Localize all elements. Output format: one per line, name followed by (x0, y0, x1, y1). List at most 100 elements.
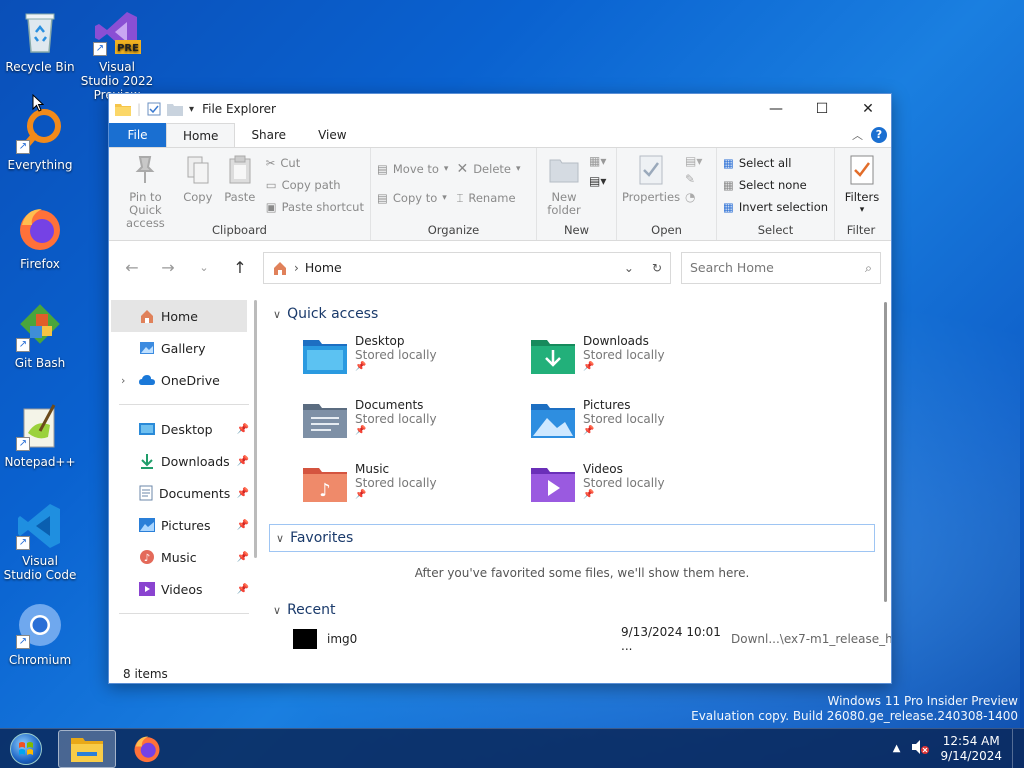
nav-item-music[interactable]: ♪ Music 📌 (109, 541, 259, 573)
nav-item-pictures[interactable]: Pictures 📌 (109, 509, 259, 541)
nav-item-gallery[interactable]: Gallery (109, 332, 259, 364)
cut-button[interactable]: ✂ Cut (266, 152, 364, 174)
recent-file-row[interactable]: img0 9/13/2024 10:01 ... Downl...\ex7-m1… (293, 624, 891, 654)
tab-home[interactable]: Home (166, 123, 236, 147)
nav-scrollbar[interactable] (254, 300, 257, 558)
section-recent[interactable]: ∨ Recent (273, 596, 891, 624)
paste-shortcut-button[interactable]: ▣ Paste shortcut (266, 196, 364, 218)
maximize-button[interactable]: ☐ (799, 94, 845, 124)
pin-to-quick-access-button[interactable]: Pin to Quick access (115, 152, 176, 230)
move-to-button[interactable]: ▤ Move to ▾ (377, 158, 448, 180)
back-button[interactable]: ← (119, 258, 145, 277)
tab-view[interactable]: View (302, 123, 362, 147)
desktop-icon-recycle-bin[interactable]: Recycle Bin (2, 8, 78, 74)
select-all-button[interactable]: ▦ Select all (723, 152, 828, 174)
shortcut-arrow-icon: ↗ (16, 140, 30, 154)
quick-access-item-downloads[interactable]: Downloads Stored locally 📌 (531, 334, 759, 390)
breadcrumb-home[interactable]: Home (305, 260, 342, 275)
collapse-ribbon-icon[interactable]: ︿ (852, 127, 863, 143)
up-button[interactable]: ↑ (227, 258, 253, 277)
copy-to-button[interactable]: ▤ Copy to ▾ (377, 187, 448, 209)
section-quick-access[interactable]: ∨ Quick access (273, 300, 891, 328)
nav-item-videos[interactable]: Videos 📌 (109, 573, 259, 605)
pin-icon[interactable]: 📌 (237, 456, 249, 467)
tab-share[interactable]: Share (235, 123, 302, 147)
copy-path-button[interactable]: ▭ Copy path (266, 174, 364, 196)
new-folder-button[interactable]: New folder (543, 152, 585, 217)
paste-shortcut-icon: ▣ (265, 200, 277, 214)
search-box[interactable]: Search Home ⌕ (681, 251, 881, 284)
title-bar: | ▾ File Explorer — ☐ ✕ (109, 94, 891, 124)
desktop-icon-chromium[interactable]: ↗ Chromium (2, 601, 78, 667)
delete-button[interactable]: ✕ Delete ▾ (456, 158, 520, 180)
content-scrollbar[interactable] (884, 302, 887, 602)
rename-button[interactable]: ⌶ Rename (456, 187, 520, 209)
quick-access-item-desktop[interactable]: Desktop Stored locally 📌 (303, 334, 531, 390)
section-favorites[interactable]: ∨ Favorites (269, 524, 875, 552)
nav-item-desktop[interactable]: Desktop 📌 (109, 413, 259, 445)
help-icon[interactable]: ? (871, 127, 887, 143)
new-folder-icon[interactable] (167, 102, 184, 116)
content-pane: ∨ Quick access Desktop Stored locally 📌 Do… (259, 294, 891, 665)
properties-icon[interactable] (147, 102, 161, 116)
clock[interactable]: 12:54 AM 9/14/2024 (940, 734, 1002, 764)
desktop-icon-label: Visual Studio Code (3, 554, 77, 582)
select-none-button[interactable]: ▦ Select none (723, 174, 828, 196)
desktop-icon-vscode[interactable]: ↗ Visual Studio Code (2, 502, 78, 582)
pin-icon[interactable]: 📌 (237, 552, 249, 563)
quick-access-item-documents[interactable]: Documents Stored locally 📌 (303, 398, 531, 454)
address-bar[interactable]: › Home ⌄ ↻ (263, 251, 671, 284)
nav-item-onedrive[interactable]: › OneDrive (109, 364, 259, 396)
invert-selection-button[interactable]: ▦ Invert selection (723, 196, 828, 218)
desktop-icon-firefox[interactable]: Firefox (2, 205, 78, 271)
quick-access-item-videos[interactable]: Videos Stored locally 📌 (531, 462, 759, 518)
collapse-chevron-icon: ∨ (276, 531, 285, 545)
status-bar: 8 items (123, 667, 168, 681)
easy-access-icon[interactable]: ▤▾ (589, 174, 606, 188)
forward-button[interactable]: → (155, 258, 181, 277)
properties-button[interactable]: Properties (622, 152, 680, 204)
edit-icon[interactable]: ✎ (685, 172, 702, 186)
customize-dropdown-icon[interactable]: ▾ (189, 104, 194, 115)
show-hidden-icons-button[interactable]: ▲ (893, 743, 901, 754)
nav-item-documents[interactable]: Documents 📌 (109, 477, 259, 509)
desktop-icon-visual-studio-2022[interactable]: PRE ↗ Visual Studio 2022 Preview (79, 8, 155, 102)
ribbon-group-label: Organize (427, 223, 480, 237)
pin-icon[interactable]: 📌 (237, 520, 249, 531)
desktop-icon-notepad-plus-plus[interactable]: ↗ Notepad++ (2, 403, 78, 469)
quick-access-item-music[interactable]: ♪ Music Stored locally 📌 (303, 462, 531, 518)
start-button[interactable] (0, 729, 52, 768)
new-item-icon[interactable]: ▦▾ (589, 154, 606, 168)
delete-x-icon: ✕ (456, 161, 469, 177)
show-desktop-button[interactable] (1012, 728, 1024, 768)
taskbar-file-explorer[interactable] (58, 729, 116, 768)
minimize-button[interactable]: — (753, 94, 799, 124)
expand-chevron-icon[interactable]: › (121, 374, 125, 387)
pin-icon[interactable]: 📌 (237, 424, 249, 435)
desktop-folder-icon (139, 423, 155, 435)
nav-item-home[interactable]: Home (111, 300, 247, 332)
pin-icon: 📌 (355, 490, 367, 500)
open-icon[interactable]: ▤▾ (685, 154, 702, 168)
address-dropdown-icon[interactable]: ⌄ (624, 261, 634, 275)
close-button[interactable]: ✕ (845, 94, 891, 124)
desktop-icon-git-bash[interactable]: ↗ Git Bash (2, 304, 78, 370)
history-icon[interactable]: ◔ (685, 190, 702, 204)
pin-icon: 📌 (355, 426, 367, 436)
taskbar-firefox[interactable] (118, 730, 176, 768)
nav-item-downloads[interactable]: Downloads 📌 (109, 445, 259, 477)
filters-button[interactable]: Filters ▾ (841, 152, 883, 217)
window-controls: — ☐ ✕ (753, 94, 891, 124)
tab-file[interactable]: File (109, 123, 166, 147)
volume-muted-icon[interactable] (910, 739, 930, 758)
desktop-icon-label: Recycle Bin (5, 60, 75, 74)
quick-access-item-pictures[interactable]: Pictures Stored locally 📌 (531, 398, 759, 454)
paste-button[interactable]: Paste (220, 152, 260, 230)
refresh-icon[interactable]: ↻ (652, 261, 662, 275)
desktop-icon-everything[interactable]: ↗ Everything (2, 106, 78, 172)
copy-button[interactable]: Copy (178, 152, 218, 230)
search-icon: ⌕ (864, 259, 872, 275)
recent-locations-button[interactable]: ⌄ (191, 261, 217, 274)
pin-icon[interactable]: 📌 (237, 584, 249, 595)
pin-icon[interactable]: 📌 (237, 488, 249, 499)
